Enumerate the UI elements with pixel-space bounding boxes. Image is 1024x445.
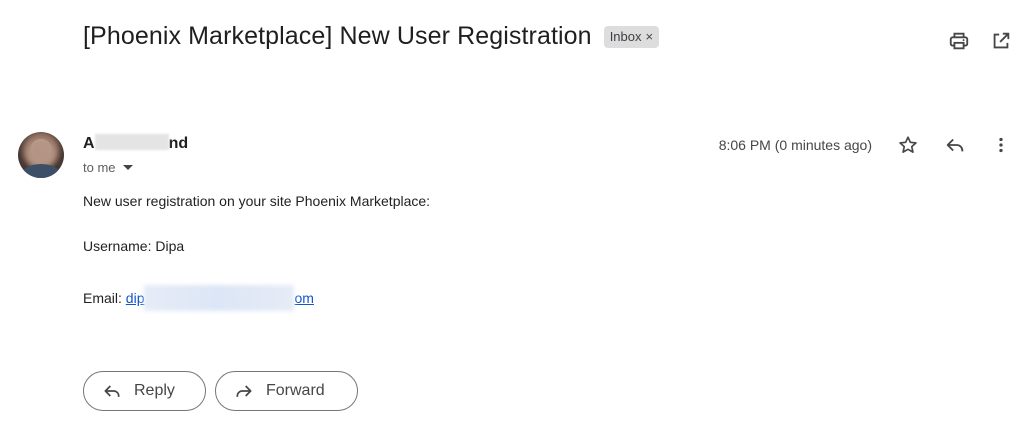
- reply-button-label: Reply: [134, 382, 175, 399]
- sender-name-start: A: [83, 135, 95, 152]
- email-view: [Phoenix Marketplace] New User Registrat…: [0, 0, 1024, 445]
- star-icon[interactable]: [897, 134, 919, 156]
- avatar-shoulders: [22, 164, 60, 178]
- reply-button[interactable]: Reply: [83, 371, 206, 411]
- inbox-label-chip[interactable]: Inbox ×: [603, 25, 660, 48]
- open-in-new-window-icon[interactable]: [990, 30, 1012, 52]
- more-vert-icon[interactable]: [990, 134, 1012, 156]
- recipient-text: to me: [83, 160, 116, 175]
- chevron-down-icon: [122, 165, 133, 170]
- email-label: Email:: [83, 290, 126, 306]
- remove-label-icon[interactable]: ×: [646, 29, 654, 44]
- body-username-line: Username: Dipa: [83, 238, 185, 254]
- sender-avatar[interactable]: [18, 132, 64, 178]
- forward-button-label: Forward: [266, 382, 325, 399]
- sender-name[interactable]: And: [83, 134, 188, 153]
- user-email-link[interactable]: dip om: [125, 285, 314, 311]
- email-link-end: om: [294, 290, 314, 306]
- forward-button[interactable]: Forward: [215, 371, 358, 411]
- email-link-start: dip: [125, 290, 145, 306]
- email-redaction: [144, 285, 295, 311]
- body-email-line: Email: dip om: [83, 285, 314, 311]
- reply-icon[interactable]: [944, 134, 966, 156]
- subject-row: [Phoenix Marketplace] New User Registrat…: [83, 22, 660, 51]
- forward-icon: [236, 385, 252, 397]
- sender-name-redaction: [94, 134, 169, 150]
- recipient-details-toggle[interactable]: to me: [83, 160, 133, 175]
- reply-icon: [104, 385, 120, 397]
- body-intro-line: New user registration on your site Phoen…: [83, 193, 431, 209]
- sender-name-end: nd: [168, 135, 189, 152]
- message-timestamp: 8:06 PM (0 minutes ago): [718, 137, 872, 153]
- email-subject: [Phoenix Marketplace] New User Registrat…: [83, 22, 592, 50]
- print-icon[interactable]: [948, 30, 970, 52]
- label-chip-text: Inbox: [609, 29, 642, 44]
